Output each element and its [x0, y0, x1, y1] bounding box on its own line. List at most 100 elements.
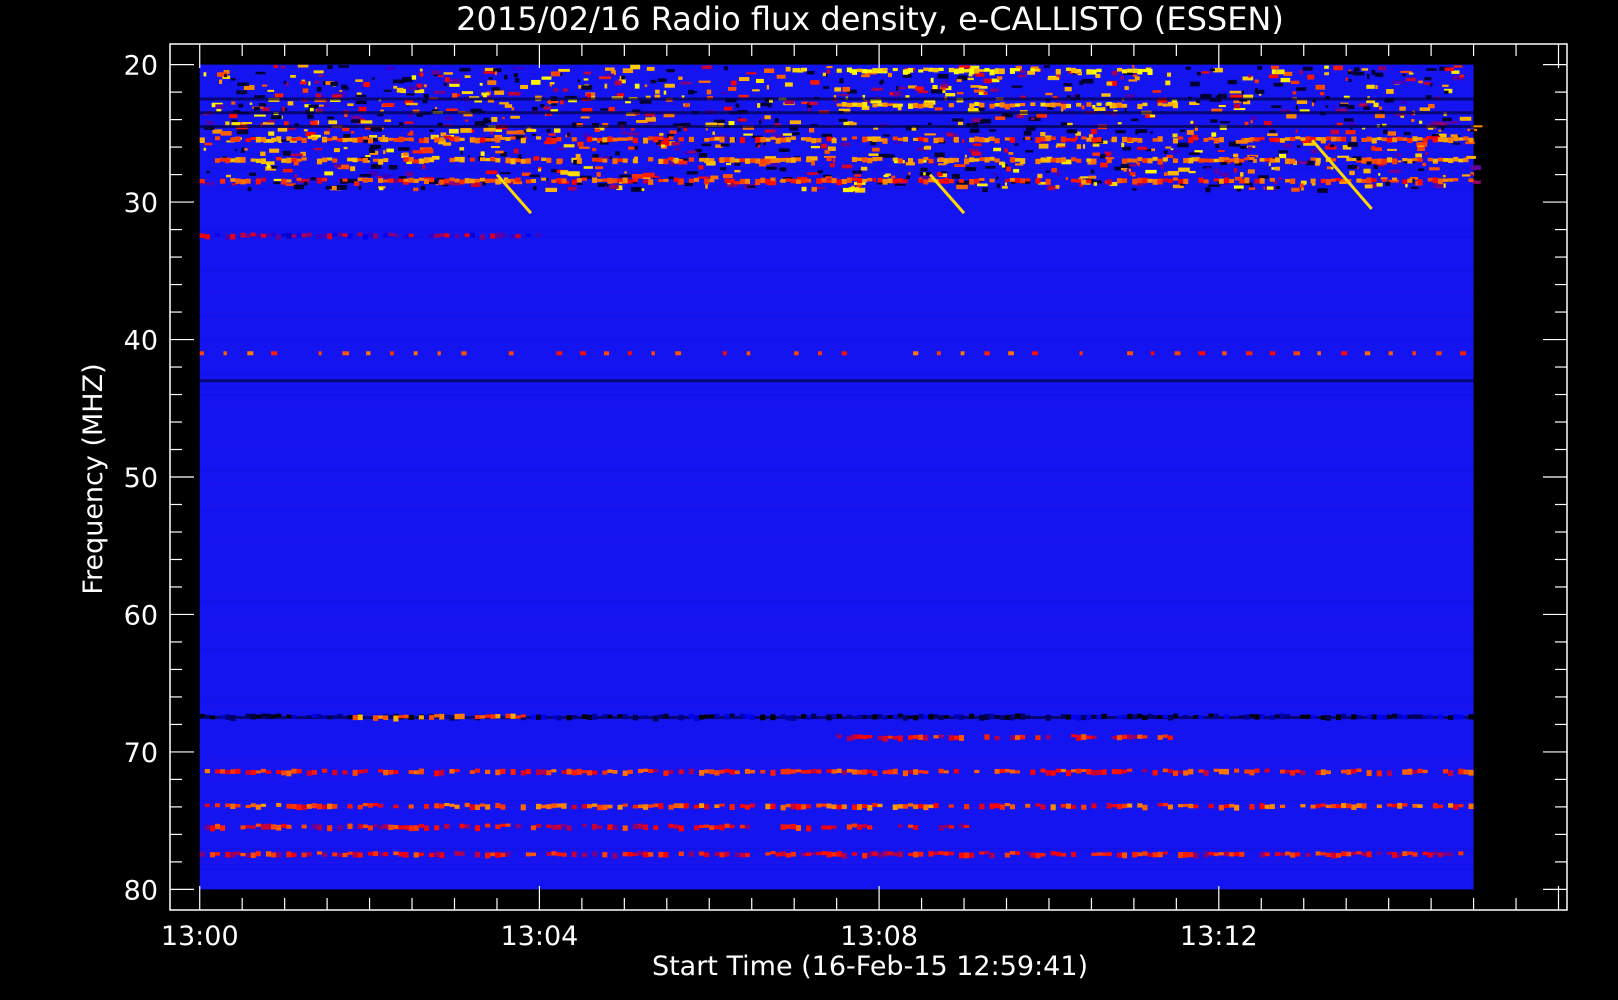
- band-segment: [1137, 852, 1143, 857]
- band-segment: [576, 768, 582, 775]
- band-segment: [271, 824, 277, 830]
- band-segment: [332, 232, 338, 236]
- band-segment: [1448, 803, 1454, 808]
- band-segment: [230, 137, 236, 142]
- band-segment: [1178, 852, 1184, 859]
- band-segment: [536, 803, 542, 810]
- band-segment: [327, 137, 333, 142]
- interference-patch: [871, 87, 883, 91]
- band-segment: [1071, 804, 1077, 809]
- band-segment: [541, 157, 547, 161]
- band-segment: [907, 715, 914, 719]
- band-segment: [1437, 852, 1444, 858]
- interference-patch: [1311, 101, 1315, 107]
- interference-patch: [956, 184, 968, 190]
- band-segment: [1055, 68, 1061, 75]
- interference-patch: [520, 84, 528, 89]
- band-segment: [505, 137, 511, 141]
- band-segment: [1381, 715, 1387, 720]
- band-segment: [403, 714, 409, 719]
- interference-patch: [1331, 166, 1334, 170]
- band-segment: [877, 735, 883, 741]
- band-segment: [398, 136, 404, 143]
- band-segment: [918, 734, 924, 740]
- band-segment: [1045, 770, 1051, 776]
- band-segment: [933, 714, 939, 719]
- band-segment: [1065, 770, 1072, 777]
- band-segment: [1045, 103, 1051, 107]
- band-segment: [1285, 851, 1291, 856]
- interference-patch: [1135, 131, 1139, 135]
- interference-patch: [1297, 160, 1308, 165]
- interference-patch: [1366, 84, 1375, 89]
- band-segment: [806, 178, 812, 183]
- interference-patch: [634, 83, 640, 89]
- band-segment: [902, 69, 908, 75]
- band-segment: [1330, 136, 1337, 142]
- band-segment: [734, 158, 740, 163]
- band-segment: [902, 136, 908, 142]
- band-segment: [1040, 768, 1046, 773]
- band-segment: [1065, 67, 1072, 71]
- band-segment: [1127, 713, 1133, 720]
- band-segment: [1432, 158, 1438, 164]
- band-segment: [393, 770, 399, 774]
- band-segment: [1300, 714, 1306, 719]
- band-segment: [704, 178, 710, 185]
- band-segment: [581, 804, 587, 809]
- band-segment: [1065, 714, 1072, 720]
- interference-patch: [728, 86, 737, 91]
- band-segment: [260, 158, 266, 165]
- band-segment: [1055, 768, 1061, 773]
- band-segment: [1397, 714, 1403, 719]
- interference-patch: [891, 175, 896, 179]
- band-segment: [1346, 157, 1352, 162]
- background-texture-line: [199, 621, 1474, 623]
- interference-patch: [985, 165, 996, 169]
- band-segment: [612, 852, 618, 859]
- band-segment: [826, 851, 832, 858]
- band-segment: [454, 178, 460, 183]
- band-segment: [383, 137, 389, 143]
- band-segment: [265, 713, 272, 719]
- band-segment: [960, 351, 965, 356]
- band-segment: [714, 825, 720, 830]
- band-segment: [536, 823, 542, 828]
- band-segment: [1137, 138, 1143, 143]
- interference-patch: [1275, 166, 1281, 171]
- band-segment: [739, 158, 745, 163]
- band-segment: [1381, 178, 1387, 182]
- band-segment: [322, 804, 328, 810]
- band-segment: [271, 351, 278, 356]
- band-segment: [780, 824, 786, 830]
- band-segment: [1213, 713, 1219, 719]
- band-segment: [1014, 103, 1021, 107]
- background-texture-line: [199, 470, 1474, 472]
- band-segment: [1050, 770, 1056, 776]
- band-segment: [347, 137, 353, 142]
- band-segment: [378, 158, 384, 165]
- interference-patch: [934, 152, 945, 158]
- band-segment: [673, 177, 679, 182]
- band-segment: [846, 67, 852, 73]
- band-segment: [1081, 734, 1087, 740]
- interference-patch: [1348, 79, 1352, 82]
- interference-patch: [872, 147, 880, 152]
- band-segment: [1245, 351, 1253, 356]
- band-segment: [714, 852, 720, 856]
- interference-patch: [630, 64, 641, 70]
- interference-patch: [752, 89, 760, 92]
- band-segment: [1364, 351, 1371, 356]
- interference-patch: [563, 88, 568, 92]
- band-segment: [245, 770, 251, 775]
- interference-patch: [290, 153, 303, 157]
- interference-patch: [495, 150, 504, 154]
- band-segment: [1244, 177, 1250, 184]
- band-segment: [1341, 136, 1347, 142]
- interference-patch: [236, 90, 248, 95]
- band-segment: [974, 178, 980, 184]
- band-segment: [260, 177, 266, 182]
- interference-patch: [314, 80, 320, 84]
- band-segment: [1014, 851, 1021, 855]
- interference-patch: [1043, 65, 1050, 68]
